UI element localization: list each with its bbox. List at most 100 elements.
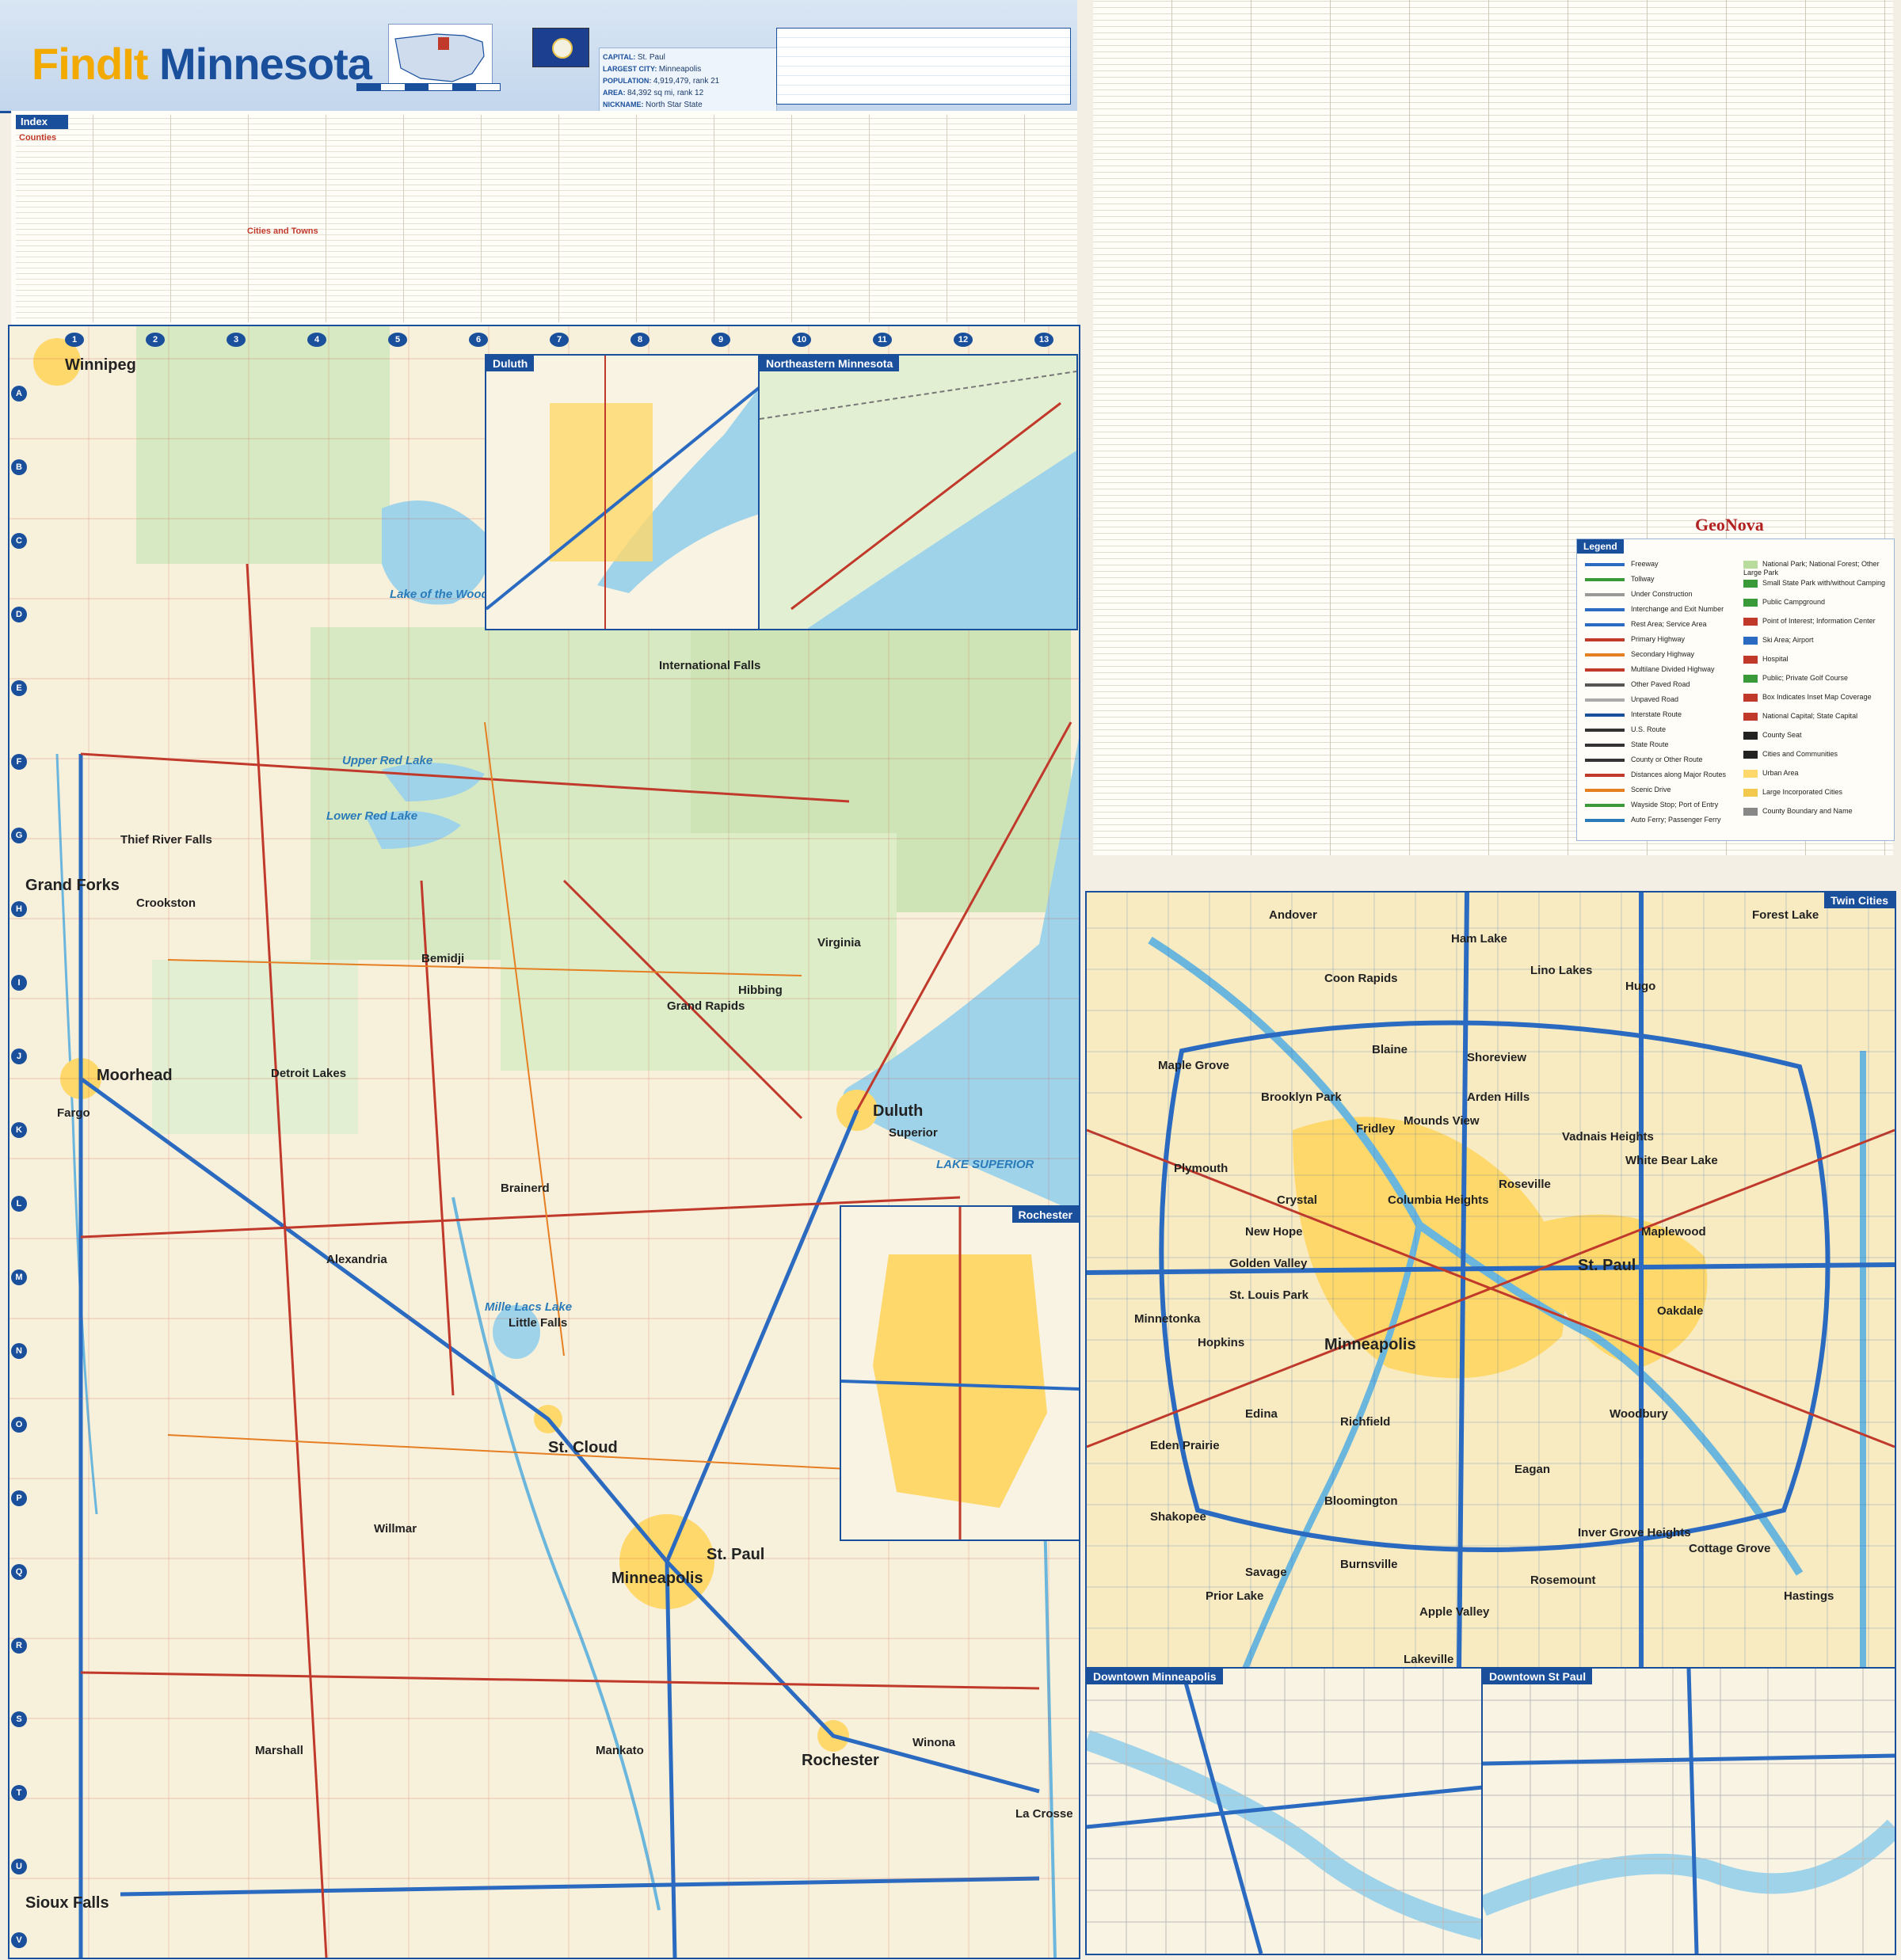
twin-cities-place-label[interactable]: Bloomington: [1324, 1494, 1397, 1508]
twin-cities-place-label[interactable]: Shoreview: [1467, 1051, 1526, 1064]
rochester-inset-map: [841, 1207, 1079, 1539]
twin-cities-place-label[interactable]: Rosemount: [1530, 1574, 1596, 1587]
city-label[interactable]: Thief River Falls: [120, 833, 212, 847]
city-label[interactable]: Sioux Falls: [25, 1894, 109, 1912]
legend-label: National Park; National Forest; Other La…: [1743, 560, 1880, 577]
legend-item: Interstate Route: [1585, 710, 1682, 718]
grid-row-marker: N: [11, 1343, 27, 1359]
city-label[interactable]: St. Paul: [707, 1546, 764, 1564]
twin-cities-place-label[interactable]: Roseville: [1499, 1178, 1551, 1191]
city-label[interactable]: Grand Forks: [25, 877, 120, 895]
city-label[interactable]: Grand Rapids: [667, 999, 745, 1013]
grid-row-marker: B: [11, 459, 27, 475]
downtown-minneapolis-inset[interactable]: Downtown Minneapolis: [1085, 1667, 1484, 1955]
twin-cities-place-label[interactable]: Burnsville: [1340, 1558, 1398, 1571]
city-label[interactable]: Alexandria: [326, 1253, 387, 1266]
twin-cities-place-label[interactable]: Richfield: [1340, 1415, 1390, 1429]
cities-heading: Cities and Towns: [247, 226, 318, 236]
twin-cities-place-label[interactable]: Cottage Grove: [1689, 1542, 1770, 1555]
twin-cities-place-label[interactable]: White Bear Lake: [1625, 1154, 1718, 1167]
main-map[interactable]: Winnipeg Grand Forks Moorhead Fargo Thief Ri…: [8, 325, 1080, 1959]
twin-cities-inset[interactable]: Andover Blaine Coon Rapids Brooklyn Park Map…: [1085, 891, 1896, 1670]
legend-swatch: [1743, 731, 1758, 740]
downtown-st-paul-inset[interactable]: Downtown St Paul: [1481, 1667, 1896, 1955]
twin-cities-place-label[interactable]: Edina: [1245, 1407, 1278, 1421]
legend-swatch: [1743, 674, 1758, 683]
water-label: Upper Red Lake: [342, 754, 433, 767]
twin-cities-place-label[interactable]: Golden Valley: [1229, 1257, 1307, 1270]
twin-cities-place-label[interactable]: Fridley: [1356, 1122, 1395, 1136]
city-label[interactable]: Superior: [889, 1126, 938, 1140]
twin-cities-place-label[interactable]: Lakeville: [1404, 1653, 1453, 1666]
city-label[interactable]: Duluth: [873, 1102, 923, 1121]
legend-swatch: [1585, 818, 1625, 822]
twin-cities-place-label[interactable]: Savage: [1245, 1566, 1287, 1579]
city-label[interactable]: Winnipeg: [65, 356, 136, 375]
rochester-inset[interactable]: Rochester: [840, 1205, 1079, 1541]
twin-cities-place-label[interactable]: Minneapolis: [1324, 1336, 1416, 1354]
twin-cities-place-label[interactable]: Woodbury: [1610, 1407, 1668, 1421]
city-label[interactable]: Marshall: [255, 1744, 303, 1757]
twin-cities-place-label[interactable]: Shakopee: [1150, 1510, 1206, 1524]
city-label[interactable]: Minneapolis: [611, 1570, 703, 1588]
city-label[interactable]: Willmar: [374, 1522, 417, 1536]
twin-cities-place-label[interactable]: Arden Hills: [1467, 1090, 1530, 1104]
twin-cities-place-label[interactable]: Coon Rapids: [1324, 972, 1398, 985]
twin-cities-place-label[interactable]: Mounds View: [1404, 1114, 1480, 1128]
city-label[interactable]: Crookston: [136, 896, 196, 910]
twin-cities-place-label[interactable]: Apple Valley: [1419, 1605, 1489, 1619]
twin-cities-place-label[interactable]: Inver Grove Heights: [1578, 1526, 1691, 1539]
twin-cities-place-label[interactable]: Oakdale: [1657, 1304, 1703, 1318]
counties-heading: Counties: [19, 133, 57, 143]
city-label[interactable]: Rochester: [802, 1752, 879, 1770]
grid-row-marker: C: [11, 533, 27, 549]
twin-cities-place-label[interactable]: St. Paul: [1578, 1257, 1636, 1275]
twin-cities-place-label[interactable]: Andover: [1269, 908, 1317, 922]
duluth-inset[interactable]: Duluth: [485, 354, 761, 630]
legend-item: Distances along Major Routes: [1585, 771, 1726, 778]
city-label[interactable]: International Falls: [659, 659, 760, 672]
grid-row-marker: T: [11, 1785, 27, 1801]
twin-cities-place-label[interactable]: Maple Grove: [1158, 1059, 1229, 1072]
city-label[interactable]: Detroit Lakes: [271, 1067, 346, 1080]
city-label[interactable]: Winona: [912, 1736, 955, 1749]
twin-cities-place-label[interactable]: Brooklyn Park: [1261, 1090, 1342, 1104]
legend-item: State Route: [1585, 740, 1669, 748]
legend-label: Multilane Divided Highway: [1631, 665, 1715, 673]
twin-cities-place-label[interactable]: Lino Lakes: [1530, 964, 1592, 977]
legend-swatch: [1743, 750, 1758, 759]
twin-cities-place-label[interactable]: New Hope: [1245, 1225, 1303, 1239]
twin-cities-place-label[interactable]: Maplewood: [1641, 1225, 1706, 1239]
city-label[interactable]: Hibbing: [738, 984, 783, 997]
twin-cities-place-label[interactable]: Crystal: [1277, 1193, 1317, 1207]
twin-cities-place-label[interactable]: Forest Lake: [1752, 908, 1819, 922]
city-label[interactable]: St. Cloud: [548, 1439, 618, 1457]
twin-cities-place-label[interactable]: Eden Prairie: [1150, 1439, 1220, 1452]
duluth-inset-title: Duluth: [486, 356, 535, 371]
twin-cities-place-label[interactable]: Plymouth: [1174, 1162, 1228, 1175]
legend-label: Point of Interest; Information Center: [1762, 617, 1876, 625]
twin-cities-place-label[interactable]: Prior Lake: [1206, 1589, 1263, 1603]
twin-cities-place-label[interactable]: St. Louis Park: [1229, 1288, 1309, 1302]
twin-cities-place-label[interactable]: Eagan: [1514, 1463, 1550, 1476]
city-label[interactable]: Brainerd: [501, 1182, 550, 1195]
twin-cities-place-label[interactable]: Hastings: [1784, 1589, 1834, 1603]
twin-cities-place-label[interactable]: Vadnais Heights: [1562, 1130, 1654, 1144]
city-label[interactable]: Fargo: [57, 1106, 90, 1120]
city-label[interactable]: Mankato: [596, 1744, 644, 1757]
northeastern-inset[interactable]: Northeastern Minnesota: [758, 354, 1078, 630]
twin-cities-place-label[interactable]: Blaine: [1372, 1043, 1408, 1056]
city-label[interactable]: Moorhead: [97, 1067, 173, 1085]
grid-col-marker: 5: [388, 333, 407, 347]
legend-item: Auto Ferry; Passenger Ferry: [1585, 816, 1721, 824]
city-label[interactable]: Bemidji: [421, 952, 464, 965]
city-label[interactable]: La Crosse: [1015, 1807, 1073, 1821]
twin-cities-place-label[interactable]: Columbia Heights: [1388, 1193, 1489, 1207]
city-label[interactable]: Virginia: [817, 936, 861, 950]
twin-cities-place-label[interactable]: Ham Lake: [1451, 932, 1507, 946]
twin-cities-place-label[interactable]: Hugo: [1625, 980, 1655, 993]
twin-cities-place-label[interactable]: Minnetonka: [1134, 1312, 1200, 1326]
twin-cities-place-label[interactable]: Hopkins: [1198, 1336, 1244, 1349]
city-label[interactable]: Little Falls: [509, 1316, 567, 1330]
fact-key: LARGEST CITY:: [603, 65, 659, 73]
